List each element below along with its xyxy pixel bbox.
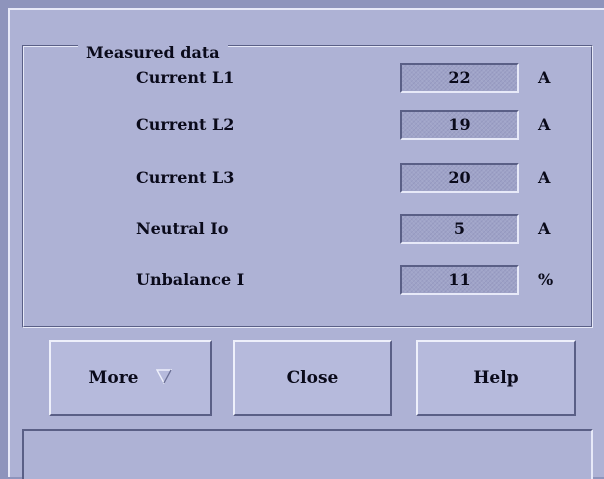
help-button-label: Help xyxy=(473,368,519,388)
measurement-row-current-l1: Current L1 22 A xyxy=(10,63,604,93)
triangle-down-icon xyxy=(156,369,173,384)
close-button-label: Close xyxy=(286,368,339,388)
measurement-value-field: 11 xyxy=(400,265,519,295)
measurement-value-field: 22 xyxy=(400,63,519,93)
measurement-unit: A xyxy=(538,115,551,134)
measurement-unit: A xyxy=(538,68,551,87)
more-button-label: More xyxy=(88,368,139,388)
measurement-row-current-l3: Current L3 20 A xyxy=(10,163,604,193)
close-button[interactable]: Close xyxy=(233,340,392,416)
measurement-row-unbalance-i: Unbalance I 11 % xyxy=(10,265,604,295)
measurement-label: Current L1 xyxy=(136,68,235,87)
measurement-label: Unbalance I xyxy=(136,270,245,289)
measurement-value-field: 5 xyxy=(400,214,519,244)
status-bar xyxy=(22,429,593,479)
measurement-unit: % xyxy=(538,270,554,289)
more-button[interactable]: More xyxy=(49,340,212,416)
measurement-label: Neutral Io xyxy=(136,219,229,238)
measurement-value-field: 20 xyxy=(400,163,519,193)
measurement-unit: A xyxy=(538,168,551,187)
measurement-row-current-l2: Current L2 19 A xyxy=(10,110,604,140)
measurement-label: Current L3 xyxy=(136,168,235,187)
measurement-label: Current L2 xyxy=(136,115,235,134)
measurement-unit: A xyxy=(538,219,551,238)
measurement-row-neutral-io: Neutral Io 5 A xyxy=(10,214,604,244)
measured-data-window: Measured data Current L1 22 A Current L2… xyxy=(8,8,604,479)
help-button[interactable]: Help xyxy=(416,340,576,416)
group-title: Measured data xyxy=(78,42,228,64)
measurement-value-field: 19 xyxy=(400,110,519,140)
